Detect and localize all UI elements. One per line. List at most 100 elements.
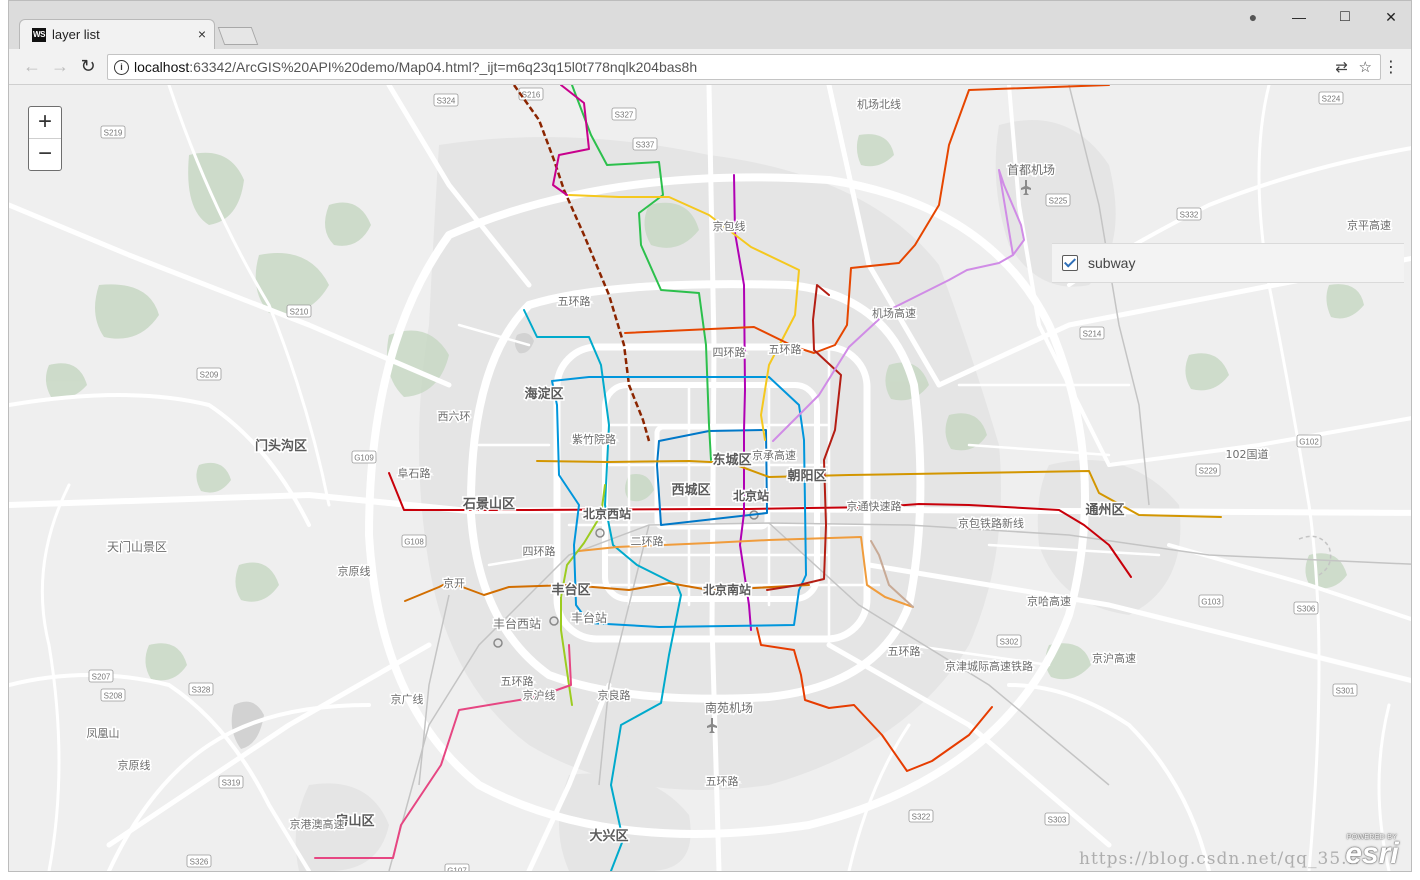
map-label: 五环路 [769,343,802,356]
title-bar: WS layer list × ● — □ ✕ [9,1,1411,49]
map-label: 东城区 [712,452,751,468]
address-bar[interactable]: i localhost:63342/ArcGIS%20API%20demo/Ma… [107,54,1381,80]
browser-window: WS layer list × ● — □ ✕ ← → ↻ i localhos… [8,0,1412,872]
map-label: 丰台西站 [493,616,541,631]
highway-shield: S337 [632,137,658,151]
subway-layer-label: subway [1088,255,1136,271]
back-button[interactable]: ← [21,55,43,77]
highway-shield: S322 [908,809,934,823]
bookmark-star-icon[interactable]: ☆ [1359,58,1372,76]
highway-shield: S303 [1044,812,1070,826]
zoom-control: + − [28,106,62,171]
map-label: 五环路 [888,645,921,658]
map-label: 京哈高速 [1027,594,1071,608]
svg-text:S301: S301 [1336,687,1355,696]
svg-text:S306: S306 [1297,605,1316,614]
map-label: 京原线 [338,564,371,578]
map-label: 机场高速 [872,306,916,320]
browser-menu-icon[interactable]: ⋮ [1383,57,1399,77]
map-label: 京良路 [598,688,631,702]
map-label: 四环路 [713,346,746,359]
svg-text:S327: S327 [615,111,634,120]
svg-text:S322: S322 [912,813,931,822]
forward-button[interactable]: → [49,55,71,77]
highway-shield: S328 [188,682,214,696]
svg-text:S209: S209 [200,371,219,380]
reload-button[interactable]: ↻ [77,55,99,77]
zoom-in-button[interactable]: + [29,107,61,138]
highway-shield: G107 [444,863,470,872]
svg-text:S302: S302 [1000,638,1019,647]
map-label: 凤凰山 [87,727,120,740]
blog-watermark: https://blog.csdn.net/qq_35... [1079,849,1361,869]
close-window-button[interactable]: ✕ [1371,5,1411,29]
map-view[interactable]: S324 S216 S327 S337 S219 S210 S209 G109 G108 S207… [9,85,1411,871]
svg-text:S332: S332 [1180,211,1199,220]
zoom-out-button[interactable]: − [29,138,61,170]
info-icon[interactable]: i [114,60,129,75]
webstorm-icon: WS [32,28,46,42]
map-label: 京沪高速 [1092,651,1136,665]
close-tab-icon[interactable]: × [198,26,206,42]
map-label: 京包铁路新线 [958,516,1024,530]
svg-text:S328: S328 [192,686,211,695]
highway-shield: G109 [351,450,377,464]
account-icon[interactable]: ● [1233,5,1273,29]
svg-text:S337: S337 [636,141,655,150]
translate-icon[interactable]: ⇄ [1335,58,1348,76]
highway-shield: S324 [433,93,459,107]
map-label: 京津城际高速铁路 [945,659,1033,673]
highway-shield: G103 [1198,594,1224,608]
map-label: 石景山区 [462,496,515,512]
esri-logo: esri [1345,837,1399,870]
map-label: 门头沟区 [255,438,307,454]
basemap[interactable]: S324 S216 S327 S337 S219 S210 S209 G109 G108 S207… [9,85,1411,871]
map-label: 京广线 [391,692,424,706]
new-tab-button[interactable] [217,27,259,45]
highway-shield: S219 [100,125,126,139]
map-label: 京通快速路 [847,499,902,513]
minimize-button[interactable]: — [1279,5,1319,29]
svg-text:S216: S216 [522,91,541,100]
map-label: 海淀区 [524,386,563,402]
map-label: 北京站 [733,488,769,503]
map-label: 京平高速 [1347,218,1391,232]
tab-title: layer list [52,27,100,42]
highway-shield: S210 [286,304,312,318]
url-text: localhost:63342/ArcGIS%20API%20demo/Map0… [134,59,698,75]
map-label: 京包线 [713,219,746,233]
map-label: 丰台区 [551,582,590,598]
svg-text:G107: G107 [447,867,467,872]
map-label: 京港澳高速 [290,817,345,831]
map-label: 北京西站 [583,506,631,521]
svg-text:S225: S225 [1049,197,1068,206]
highway-shield: S326 [186,854,212,868]
map-label: 通州区 [1085,502,1124,518]
layer-list-widget: subway [1052,243,1404,283]
map-label: 机场北线 [857,97,901,111]
highway-shield: S225 [1045,193,1071,207]
highway-shield: S224 [1318,91,1344,105]
browser-toolbar: ← → ↻ i localhost:63342/ArcGIS%20API%20d… [9,49,1411,85]
highway-shield: S214 [1079,326,1105,340]
highway-shield: S207 [88,669,114,683]
highway-shield: G108 [401,534,427,548]
svg-text:S208: S208 [104,692,123,701]
highway-shield: S301 [1332,683,1358,697]
subway-layer-checkbox[interactable] [1062,255,1078,271]
map-label: 五环路 [501,675,534,688]
highway-shield: S229 [1195,463,1221,477]
map-label: 首都机场 [1007,163,1055,177]
map-label: 京沪线 [523,688,556,702]
highway-shield: S209 [196,367,222,381]
highway-shield: S319 [218,775,244,789]
map-label: 大兴区 [589,828,628,844]
svg-text:S229: S229 [1199,467,1218,476]
browser-tab[interactable]: WS layer list × [19,19,215,49]
map-label: 北京南站 [703,582,751,597]
map-label: 西城区 [671,482,710,498]
map-label: 西六环 [438,410,471,423]
svg-text:S326: S326 [190,858,209,867]
esri-attribution[interactable]: POWERED BY esri [1341,834,1403,870]
maximize-button[interactable]: □ [1325,5,1365,29]
